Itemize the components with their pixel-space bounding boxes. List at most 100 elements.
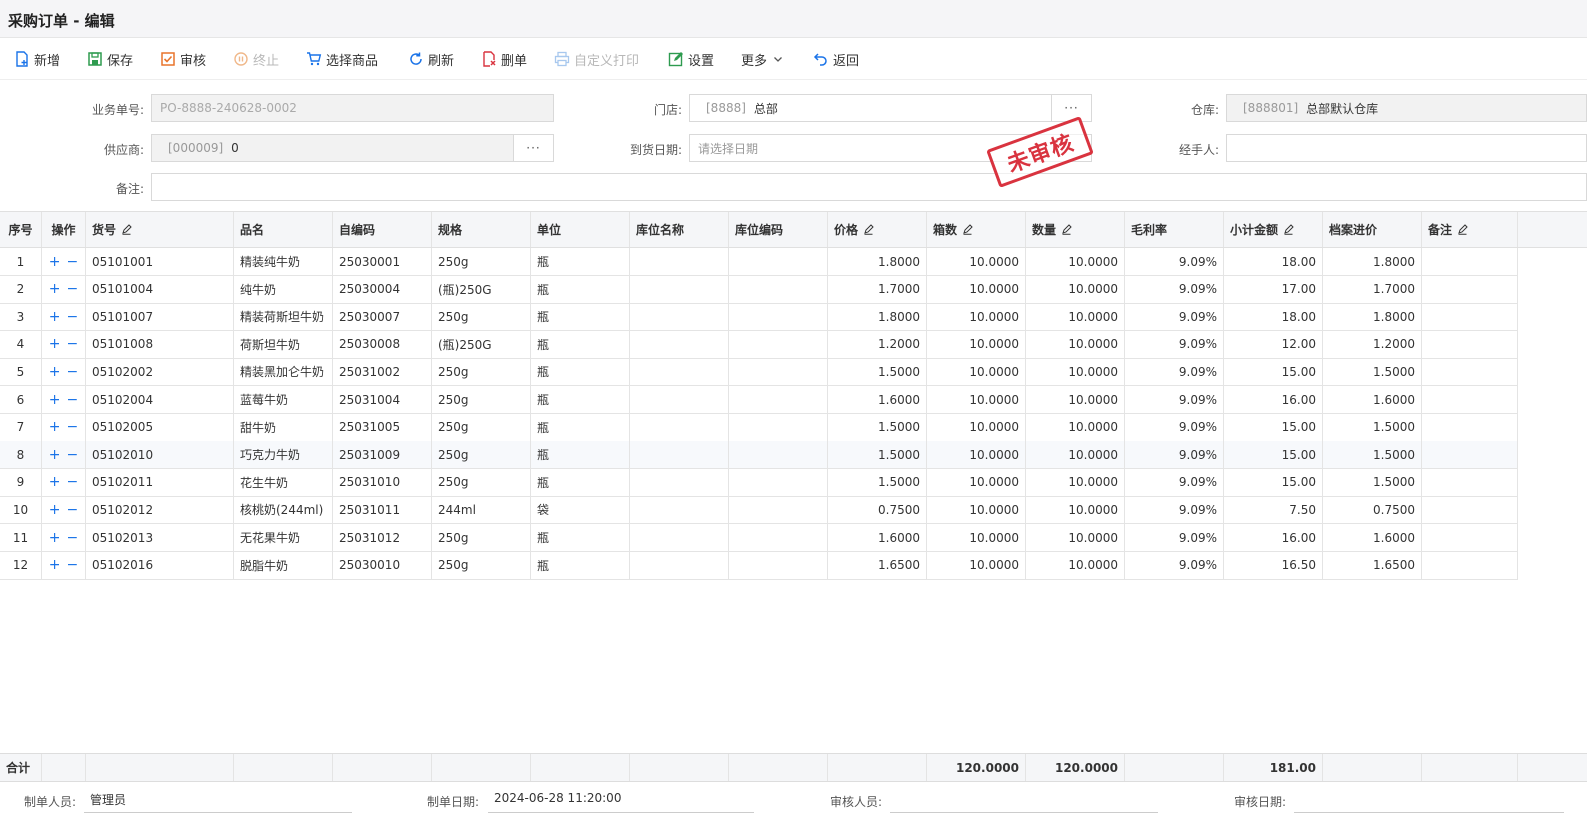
cell-cost[interactable]: 1.8000 (1323, 303, 1422, 331)
cell-subtotal[interactable]: 15.00 (1224, 441, 1323, 469)
header-subtotal[interactable]: 小计金额 (1224, 212, 1323, 247)
cell-name[interactable]: 无花果牛奶 (234, 524, 333, 551)
cell-name[interactable]: 精装荷斯坦牛奶 (234, 303, 333, 331)
add-row-icon[interactable]: + (49, 392, 61, 408)
cell-margin[interactable]: 9.09% (1125, 441, 1224, 469)
header-qty[interactable]: 数量 (1026, 212, 1125, 247)
cell-loc-code[interactable] (729, 496, 828, 524)
cell-boxes[interactable]: 10.0000 (927, 303, 1026, 331)
custom-print-button[interactable]: 自定义打印 (554, 49, 639, 69)
supplier-picker-button[interactable]: ··· (513, 134, 554, 162)
cell-code[interactable]: 25031012 (333, 524, 432, 551)
cell-unit[interactable]: 瓶 (531, 524, 630, 551)
cell-qty[interactable]: 10.0000 (1026, 358, 1125, 386)
cell-margin[interactable]: 9.09% (1125, 496, 1224, 524)
settings-button[interactable]: 设置 (668, 49, 714, 69)
cell-boxes[interactable]: 10.0000 (927, 468, 1026, 496)
table-row[interactable]: 8 + −05102010 巧克力牛奶 25031009 250g 瓶 1.5000 10.00… (0, 441, 1518, 470)
add-row-icon[interactable]: + (49, 281, 61, 297)
cell-loc-code[interactable] (729, 441, 828, 469)
cell-boxes[interactable]: 10.0000 (927, 248, 1026, 275)
cell-code[interactable]: 25031002 (333, 358, 432, 386)
cell-name[interactable]: 脱脂牛奶 (234, 551, 333, 579)
warehouse-field[interactable]: [888801] 总部默认仓库 (1226, 94, 1587, 122)
cell-sku[interactable]: 05101008 (86, 330, 234, 358)
cell-margin[interactable]: 9.09% (1125, 275, 1224, 303)
save-button[interactable]: 保存 (87, 49, 133, 69)
cell-spec[interactable]: 250g (432, 303, 531, 331)
cell-boxes[interactable]: 10.0000 (927, 275, 1026, 303)
header-price[interactable]: 价格 (828, 212, 927, 247)
header-unit[interactable]: 单位 (531, 212, 630, 247)
header-ops[interactable]: 操作 (42, 212, 86, 247)
cell-loc-code[interactable] (729, 330, 828, 358)
cell-qty[interactable]: 10.0000 (1026, 496, 1125, 524)
cell-spec[interactable]: 250g (432, 386, 531, 413)
cell-seq[interactable]: 2 (0, 275, 42, 303)
cell-qty[interactable]: 10.0000 (1026, 330, 1125, 358)
cell-sku[interactable]: 05102011 (86, 468, 234, 496)
cell-remark[interactable] (1422, 524, 1518, 551)
cell-sku[interactable]: 05101004 (86, 275, 234, 303)
cell-margin[interactable]: 9.09% (1125, 468, 1224, 496)
cell-loc-name[interactable] (630, 524, 729, 551)
cell-margin[interactable]: 9.09% (1125, 303, 1224, 331)
cell-subtotal[interactable]: 18.00 (1224, 303, 1323, 331)
cell-qty[interactable]: 10.0000 (1026, 551, 1125, 579)
cell-loc-name[interactable] (630, 468, 729, 496)
supplier-field[interactable]: [000009] 0 (151, 134, 514, 162)
table-row[interactable]: 11 + −05102013 无花果牛奶 25031012 250g 瓶 1.6000 10.0… (0, 524, 1518, 552)
cell-margin[interactable]: 9.09% (1125, 358, 1224, 386)
cell-spec[interactable]: 250g (432, 551, 531, 579)
cell-code[interactable]: 25030004 (333, 275, 432, 303)
cell-price[interactable]: 1.5000 (828, 441, 927, 469)
table-row[interactable]: 6 + −05102004 蓝莓牛奶 25031004 250g 瓶 1.6000 10.000… (0, 386, 1518, 414)
cell-spec[interactable]: 244ml (432, 496, 531, 524)
cell-subtotal[interactable]: 12.00 (1224, 330, 1323, 358)
cell-cost[interactable]: 1.5000 (1323, 358, 1422, 386)
more-dropdown[interactable]: 更多 (741, 49, 783, 69)
table-row[interactable]: 2 + −05101004 纯牛奶 25030004 (瓶)250G 瓶 1.7000 10.0… (0, 275, 1518, 304)
audit-button[interactable]: 审核 (160, 49, 206, 69)
cell-cost[interactable]: 1.5000 (1323, 441, 1422, 469)
table-row[interactable]: 9 + −05102011 花生牛奶 25031010 250g 瓶 1.5000 10.000… (0, 468, 1518, 497)
stop-button[interactable]: 终止 (233, 49, 279, 69)
cell-price[interactable]: 1.5000 (828, 413, 927, 441)
cell-loc-code[interactable] (729, 468, 828, 496)
add-button[interactable]: 新增 (14, 49, 60, 69)
cell-name[interactable]: 巧克力牛奶 (234, 441, 333, 469)
cell-sku[interactable]: 05101007 (86, 303, 234, 331)
cell-subtotal[interactable]: 16.00 (1224, 386, 1323, 413)
cell-name[interactable]: 花生牛奶 (234, 468, 333, 496)
cell-boxes[interactable]: 10.0000 (927, 330, 1026, 358)
cell-qty[interactable]: 10.0000 (1026, 303, 1125, 331)
cell-name[interactable]: 荷斯坦牛奶 (234, 330, 333, 358)
header-loc-name[interactable]: 库位名称 (630, 212, 729, 247)
cell-price[interactable]: 1.6500 (828, 551, 927, 579)
cell-loc-name[interactable] (630, 496, 729, 524)
cell-loc-code[interactable] (729, 303, 828, 331)
add-row-icon[interactable]: + (49, 474, 61, 490)
cell-qty[interactable]: 10.0000 (1026, 441, 1125, 469)
remove-row-icon[interactable]: − (67, 557, 79, 573)
select-goods-button[interactable]: 选择商品 (306, 49, 378, 69)
table-row[interactable]: 4 + −05101008 荷斯坦牛奶 25030008 (瓶)250G 瓶 1.2000 10… (0, 330, 1518, 359)
cell-remark[interactable] (1422, 551, 1518, 579)
cell-sku[interactable]: 05102012 (86, 496, 234, 524)
cell-spec[interactable]: 250g (432, 468, 531, 496)
header-sku[interactable]: 货号 (86, 212, 234, 247)
header-remark[interactable]: 备注 (1422, 212, 1518, 247)
cell-name[interactable]: 精装黑加仑牛奶 (234, 358, 333, 386)
back-button[interactable]: 返回 (813, 49, 859, 69)
cell-cost[interactable]: 1.7000 (1323, 275, 1422, 303)
cell-loc-name[interactable] (630, 413, 729, 441)
cell-seq[interactable]: 8 (0, 441, 42, 469)
cell-price[interactable]: 1.8000 (828, 303, 927, 331)
cell-price[interactable]: 1.7000 (828, 275, 927, 303)
remove-row-icon[interactable]: − (67, 309, 79, 325)
cell-qty[interactable]: 10.0000 (1026, 524, 1125, 551)
cell-boxes[interactable]: 10.0000 (927, 413, 1026, 441)
cell-boxes[interactable]: 10.0000 (927, 551, 1026, 579)
cell-unit[interactable]: 瓶 (531, 248, 630, 275)
add-row-icon[interactable]: + (49, 309, 61, 325)
